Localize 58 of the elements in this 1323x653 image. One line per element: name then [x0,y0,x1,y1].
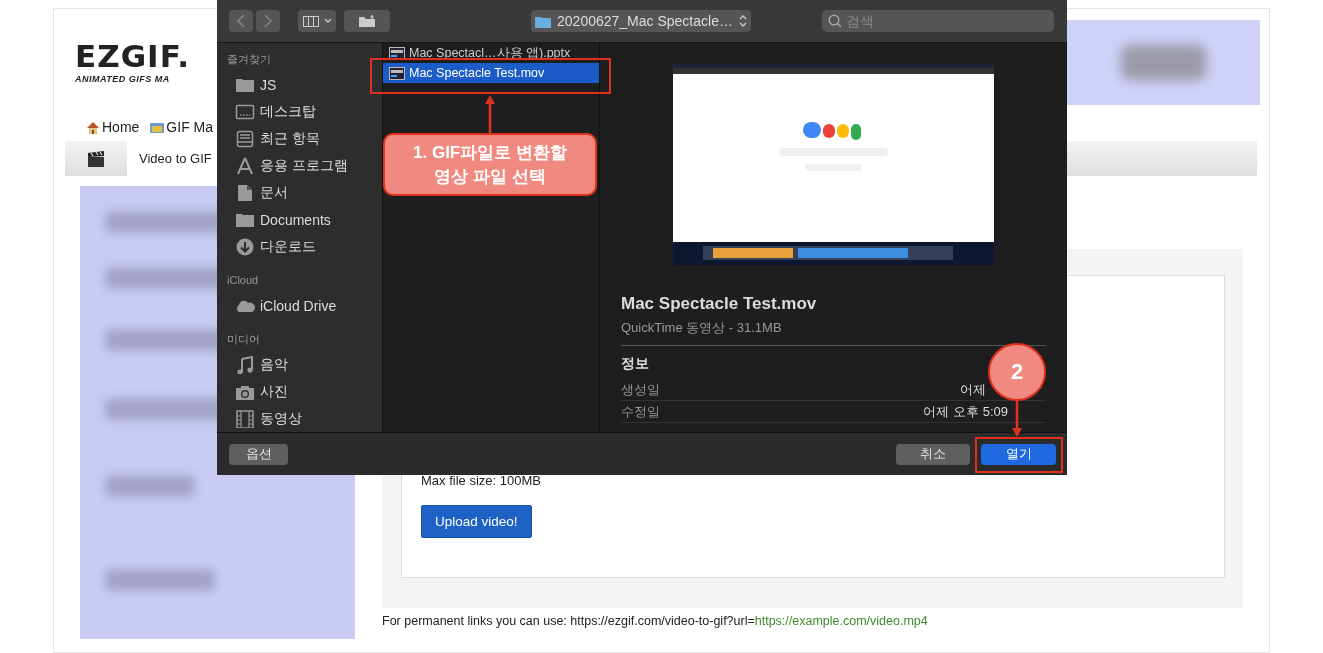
info-label: 수정일 [621,402,660,421]
columns-icon [302,15,319,27]
info-label: 생성일 [621,380,660,399]
chevron-down-icon [323,18,332,24]
cancel-button[interactable]: 취소 [896,443,970,465]
open-button[interactable]: 열기 [981,443,1056,465]
sidebar-item[interactable]: 음악 [217,351,382,378]
section-header: iCloud [226,273,260,288]
forward-button[interactable] [256,10,280,32]
film-strip-icon [235,409,255,428]
file-thumbnail-icon [389,46,405,60]
tray-icon [235,129,255,148]
desktop-icon [235,102,255,121]
updown-chevron-icon [738,15,747,27]
folder-icon [535,14,552,28]
arrow [1011,401,1023,438]
example-link[interactable]: https://example.com/video.mp4 [754,614,928,628]
nav-link[interactable]: Home [85,119,140,135]
permanent-link-text: For permanent links you can use: https://ezgif.com/video-to-gif?url=https://example.com/video.mp4 [382,614,929,628]
sidebar-item[interactable]: 데스크탑 [217,98,382,125]
folder-plus-icon [358,14,376,28]
arrow [484,94,496,134]
info-value: 어제 오후 5:09 [923,402,1008,421]
path-popup[interactable]: 20200627_Mac Spectacle… [531,10,751,32]
sidebar-item[interactable]: 사진 [217,378,382,405]
sidebar-item[interactable]: JS [217,71,382,98]
search-icon [828,14,842,28]
section-header: 미디어 [226,332,261,347]
sidebar-item[interactable]: 문서 [217,179,382,206]
sidebar-item[interactable]: 다운로드 [217,233,382,260]
music-note-icon [235,355,255,374]
info-value: 어제 [960,380,986,399]
sidebar-item[interactable]: Documents [217,206,382,233]
file-thumbnail-icon [389,66,405,80]
chevron-left-icon [237,14,245,28]
section-header: 즐겨찾기 [226,52,272,67]
options-button[interactable]: 옵션 [229,443,288,465]
file-title: Mac Spectacle Test.mov [621,294,818,314]
compass-icon [235,156,255,175]
document-icon [235,183,255,202]
house-icon [85,119,101,135]
sidebar-item[interactable]: 동영상 [217,405,382,432]
callout-label: 1. GIF파일로 변환할 영상 파일 선택 [383,133,597,196]
new-folder-button[interactable] [344,10,390,32]
sidebar-item[interactable]: iCloud Drive [217,292,382,319]
max-size-text: Max file size: 100MB [421,473,542,489]
download-icon [235,237,255,256]
logo-tagline: ANIMATED GIFS MA [75,74,170,84]
clapperboard-icon [87,149,105,168]
logo-wordmark: EZGIF. [75,40,191,72]
chevron-right-icon [264,14,272,28]
back-button[interactable] [229,10,253,32]
nav-link[interactable]: GIF Ma [149,119,214,135]
view-button[interactable] [298,10,336,32]
info-heading: 정보 [621,355,649,373]
file-type-size: QuickTime 동영상 - 31.1MB [621,319,1046,346]
upload-button[interactable]: Upload video! [421,505,532,538]
file-row[interactable]: Mac Spectacle Test.mov [383,63,599,83]
